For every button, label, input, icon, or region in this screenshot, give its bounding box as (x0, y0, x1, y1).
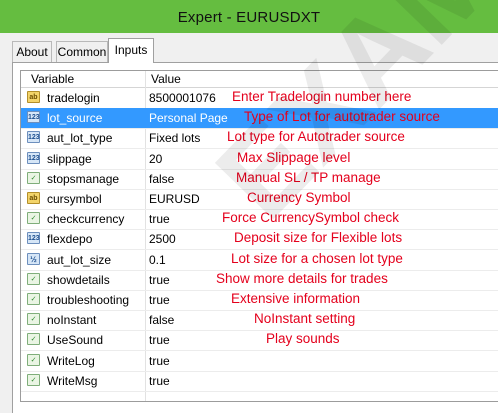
integer-icon: 123 (27, 111, 40, 124)
parameter-name: checkcurrency (47, 212, 125, 227)
parameter-annotation: Type of Lot for autotrader source (244, 109, 440, 125)
parameter-row-slippage[interactable]: 123 slippage 20 Max Slippage level (21, 149, 498, 170)
parameter-name: cursymbol (47, 192, 102, 206)
parameter-row-troubleshooting[interactable]: ✓ troubleshooting true Extensive informatio… (21, 290, 498, 311)
parameter-annotation: Play sounds (266, 331, 340, 347)
parameter-value[interactable]: Fixed lots (149, 131, 200, 145)
boolean-icon: ✓ (27, 293, 40, 305)
parameter-annotation: Lot type for Autotrader source (227, 129, 405, 145)
boolean-icon: ✓ (27, 373, 40, 386)
parameter-row-tradelogin[interactable]: ab tradelogin 8500001076 Enter Tradelogin n… (21, 88, 498, 109)
parameter-annotation: Max Slippage level (237, 149, 351, 165)
parameter-row-showdetails[interactable]: ✓ showdetails true Show more details for tr… (21, 270, 498, 291)
parameter-value[interactable]: true (149, 293, 170, 307)
parameter-name: lot_source (47, 111, 103, 126)
parameter-row-writelog[interactable]: ✓ WriteLog true (21, 351, 498, 372)
parameter-annotation: Manual SL / TP manage (236, 169, 381, 185)
parameter-name: slippage (47, 151, 92, 166)
tab-common[interactable]: Common (56, 41, 108, 62)
boolean-icon: ✓ (27, 333, 40, 346)
parameter-name: stopsmanage (47, 171, 120, 186)
parameter-value[interactable]: true (149, 374, 170, 388)
parameter-value[interactable]: false (149, 313, 174, 327)
parameter-name: tradelogin (47, 91, 100, 105)
column-header-value[interactable]: Value (151, 72, 181, 86)
parameter-annotation: Enter Tradelogin number here (232, 89, 412, 104)
parameter-row-cursymbol[interactable]: ab cursymbol EURUSD Currency Symbol (21, 189, 498, 210)
parameter-value[interactable]: 8500001076 (149, 91, 216, 105)
parameter-row-aut-lot-size[interactable]: ½ aut_lot_size 0.1 Lot size for a chosen lo… (21, 250, 498, 271)
parameter-annotation: Force CurrencySymbol check (222, 210, 400, 226)
parameter-name: aut_lot_type (47, 131, 113, 146)
parameter-value[interactable]: true (149, 273, 170, 287)
parameter-name: flexdepo (47, 232, 93, 247)
boolean-icon: ✓ (27, 171, 40, 184)
boolean-icon: ✓ (27, 272, 40, 285)
tab-inputs[interactable]: Inputs (108, 38, 154, 63)
boolean-icon: ✓ (27, 212, 40, 225)
parameter-annotation: Deposit size for Flexible lots (234, 230, 403, 246)
double-icon: ½ (27, 252, 40, 265)
parameter-value[interactable]: 0.1 (149, 253, 166, 267)
string-icon: ab (27, 91, 40, 103)
parameter-annotation: Extensive information (231, 291, 361, 306)
parameter-value[interactable]: true (149, 354, 170, 368)
parameter-value[interactable]: 2500 (149, 232, 176, 246)
parameter-annotation: Currency Symbol (247, 190, 351, 205)
parameter-row-usesound[interactable]: ✓ UseSound true Play sounds (21, 330, 498, 352)
parameter-value[interactable]: true (149, 212, 170, 226)
boolean-icon: ✓ (27, 313, 40, 326)
parameter-row-noinstant[interactable]: ✓ noInstant false NoInstant setting (21, 310, 498, 332)
inputs-grid: Variable Value ab tradelogin 8500001076 Ent… (20, 70, 498, 402)
parameter-row-stopsmanage[interactable]: ✓ stopsmanage false Manual SL / TP manage (21, 169, 498, 190)
string-icon: ab (27, 192, 40, 204)
column-header-variable[interactable]: Variable (31, 72, 74, 86)
parameter-name: troubleshooting (47, 293, 130, 307)
integer-icon: 123 (27, 151, 40, 164)
parameter-row-aut-lot-type[interactable]: 123 aut_lot_type Fixed lots Lot type for Au… (21, 128, 498, 150)
parameter-name: aut_lot_size (47, 252, 112, 267)
parameter-value[interactable]: false (149, 172, 174, 186)
parameter-value[interactable]: EURUSD (149, 192, 200, 206)
window-titlebar: Expert - EURUSDXT (0, 0, 498, 33)
parameter-name: WriteLog (47, 353, 95, 368)
parameter-annotation: Lot size for a chosen lot type (231, 250, 403, 266)
grid-header: Variable Value (21, 71, 498, 88)
integer-icon: 123 (27, 131, 40, 144)
parameter-value[interactable]: 20 (149, 152, 162, 166)
parameter-name: noInstant (47, 313, 97, 328)
boolean-icon: ✓ (27, 353, 40, 366)
parameter-name: WriteMsg (47, 373, 98, 388)
parameter-row-flexdepo[interactable]: 123 flexdepo 2500 Deposit size for Flexible… (21, 229, 498, 251)
parameter-row-lot-source[interactable]: 123 lot_source Personal Page Type of Lot fo… (21, 108, 498, 130)
integer-icon: 123 (27, 232, 40, 245)
parameter-row-checkcurrency[interactable]: ✓ checkcurrency true Force CurrencySymbol c… (21, 209, 498, 231)
parameter-row-writemsg[interactable]: ✓ WriteMsg true (21, 371, 498, 392)
window-title: Expert - EURUSDXT (177, 9, 321, 26)
parameter-value[interactable]: true (149, 333, 170, 347)
tab-about[interactable]: About (12, 41, 52, 62)
parameter-annotation: NoInstant setting (254, 311, 356, 327)
parameter-annotation: Show more details for trades (216, 270, 388, 286)
parameter-name: UseSound (47, 333, 104, 348)
parameter-name: showdetails (47, 272, 110, 287)
parameter-value[interactable]: Personal Page (149, 111, 228, 125)
